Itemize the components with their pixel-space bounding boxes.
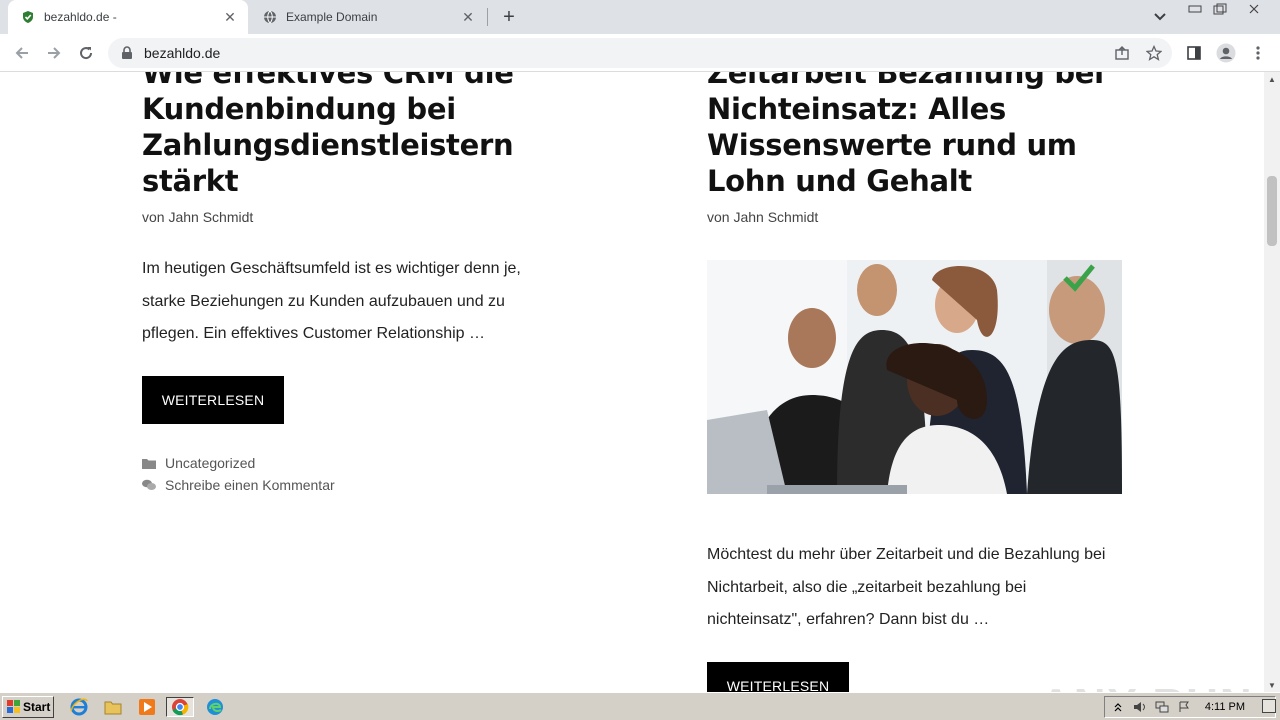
tab-separator [487,8,488,26]
post-meta: Uncategorized Schreibe einen Kommentar [142,452,562,496]
post-card: Wie effektives CRM die Kundenbindung bei… [142,72,562,496]
post-excerpt: Im heutigen Geschäftsumfeld ist es wicht… [142,260,521,342]
windows-taskbar: Start 4:11 PM [0,692,1280,720]
kebab-menu-icon[interactable] [1248,43,1268,63]
read-more-button[interactable]: WEITERLESEN [142,375,284,424]
internet-explorer-icon[interactable] [68,697,90,717]
tab-example-domain[interactable]: Example Domain ✕ [250,0,486,34]
comments-icon [142,479,156,491]
tab-title: bezahldo.de - [44,10,117,24]
network-icon[interactable] [1153,699,1171,715]
taskbar-clock[interactable]: 4:11 PM [1205,701,1245,713]
new-tab-plus-icon[interactable]: + [498,6,520,28]
tab-title: Example Domain [286,10,378,24]
scroll-down-arrow-icon[interactable]: ▼ [1264,678,1280,692]
url-text: bezahldo.de [144,45,221,61]
tray-expand-arrow-icon[interactable] [1109,699,1127,715]
start-button[interactable]: Start [2,696,54,718]
scroll-up-arrow-icon[interactable]: ▲ [1264,72,1280,86]
post-title[interactable]: Wie effektives CRM die Kundenbindung bei… [142,72,562,199]
bookmark-star-icon[interactable] [1144,43,1164,63]
tab-search-chevron-down-icon[interactable] [1150,7,1170,27]
browser-toolbar: bezahldo.de [0,34,1280,72]
reload-icon[interactable] [74,41,98,65]
address-bar[interactable]: bezahldo.de [108,38,1172,68]
close-window-icon[interactable] [1243,1,1265,17]
tab-bezahldo[interactable]: bezahldo.de - ✕ [8,0,248,34]
post-card: Zeitarbeit Bezahlung bei Nichteinsatz: A… [707,72,1127,692]
byline-prefix: von [142,209,165,225]
globe-icon [262,9,278,25]
lock-icon [120,46,134,60]
anyrun-watermark-logo: ANY RUN [1040,680,1254,692]
author-link[interactable]: Jahn Schmidt [168,209,253,225]
side-panel-icon[interactable] [1184,43,1204,63]
category-link[interactable]: Uncategorized [165,452,255,474]
media-player-icon[interactable] [136,697,158,717]
tab-close-icon[interactable]: ✕ [458,7,478,27]
edge-icon[interactable] [204,697,226,717]
chrome-icon[interactable] [166,697,194,717]
tab-close-icon[interactable]: ✕ [220,7,240,27]
minimize-icon[interactable] [1184,1,1206,17]
back-arrow-icon[interactable] [10,41,34,65]
forward-arrow-icon[interactable] [42,41,66,65]
share-icon[interactable] [1112,43,1132,63]
post-excerpt: Möchtest du mehr über Zeitarbeit und die… [707,546,1106,628]
show-desktop-icon[interactable] [1262,699,1276,713]
shield-check-favicon-icon [20,9,36,25]
file-explorer-icon[interactable] [102,697,124,717]
page-scrollbar[interactable]: ▲ ▼ [1264,72,1280,692]
post-byline: von Jahn Schmidt [707,209,1127,225]
system-tray: 4:11 PM [1104,696,1276,718]
folder-icon [142,457,156,469]
read-more-button[interactable]: WEITERLESEN [707,661,849,692]
post-featured-image[interactable] [707,260,1122,494]
scrollbar-thumb[interactable] [1267,176,1277,246]
profile-avatar-icon[interactable] [1216,43,1236,63]
restore-icon[interactable] [1209,1,1231,17]
byline-prefix: von [707,209,730,225]
tab-strip: bezahldo.de - ✕ Example Domain ✕ + [0,0,1280,34]
windows-flag-icon [7,700,20,713]
post-title[interactable]: Zeitarbeit Bezahlung bei Nichteinsatz: A… [707,72,1127,199]
web-page-content: Wie effektives CRM die Kundenbindung bei… [0,72,1264,692]
start-label: Start [23,700,51,714]
comment-link[interactable]: Schreibe einen Kommentar [165,474,335,496]
author-link[interactable]: Jahn Schmidt [733,209,818,225]
action-center-flag-icon[interactable] [1175,699,1193,715]
post-byline: von Jahn Schmidt [142,209,562,225]
volume-icon[interactable] [1131,699,1149,715]
